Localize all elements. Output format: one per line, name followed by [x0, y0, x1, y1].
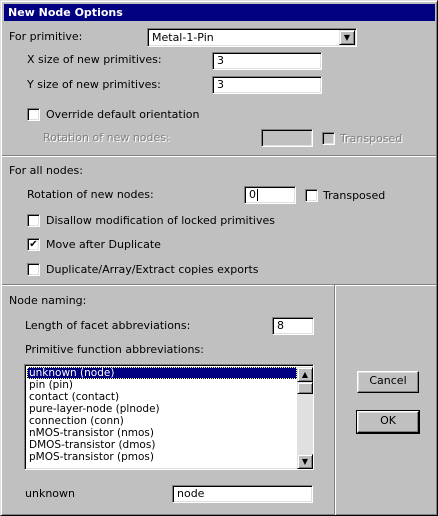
all-rotation-value: 0: [249, 188, 256, 201]
disallow-locked-label: Disallow modification of locked primitiv…: [46, 214, 275, 227]
all-rotation-label: Rotation of new nodes:: [27, 188, 154, 201]
selected-function-name: unknown: [25, 487, 75, 500]
facet-abbrev-input[interactable]: 8: [272, 317, 314, 335]
y-size-input[interactable]: 3: [212, 76, 322, 94]
facet-abbrev-label: Length of facet abbreviations:: [25, 319, 191, 332]
check-icon: ✔: [29, 239, 38, 250]
vertical-divider: [334, 285, 336, 515]
scroll-down-icon[interactable]: ▼: [297, 454, 313, 469]
dialog-title: New Node Options: [4, 4, 435, 21]
disallow-locked-checkbox[interactable]: [27, 214, 40, 227]
for-primitive-label: For primitive:: [9, 30, 83, 43]
y-size-label: Y size of new primitives:: [27, 78, 161, 91]
text-caret: [257, 189, 258, 201]
for-all-nodes-label: For all nodes:: [9, 164, 83, 177]
list-item[interactable]: unknown (node): [27, 367, 297, 379]
list-item[interactable]: pure-layer-node (plnode): [27, 403, 297, 415]
node-naming-label: Node naming:: [9, 294, 87, 307]
copies-exports-checkbox[interactable]: [27, 263, 40, 276]
override-orientation-checkbox[interactable]: [27, 108, 40, 121]
dropdown-arrow-icon[interactable]: ▼: [339, 30, 355, 45]
list-item[interactable]: pMOS-transistor (pmos): [27, 451, 297, 463]
listbox-scrollbar[interactable]: ▲ ▼: [297, 367, 313, 469]
prim-func-listbox[interactable]: unknown (node) pin (pin) contact (contac…: [24, 364, 314, 470]
list-item[interactable]: DMOS-transistor (dmos): [27, 439, 297, 451]
section-divider: [2, 284, 436, 286]
primitive-transposed-checkbox[interactable]: [322, 132, 335, 145]
x-size-input[interactable]: 3: [212, 52, 322, 70]
section-divider: [2, 155, 436, 157]
all-rotation-input[interactable]: 0: [244, 186, 296, 204]
x-size-label: X size of new primitives:: [27, 53, 162, 66]
all-transposed-label: Transposed: [323, 189, 386, 202]
copies-exports-label: Duplicate/Array/Extract copies exports: [46, 263, 259, 276]
listbox-rows: unknown (node) pin (pin) contact (contac…: [27, 367, 297, 463]
all-transposed-checkbox[interactable]: [305, 189, 318, 202]
scroll-up-icon[interactable]: ▲: [297, 367, 313, 382]
move-after-duplicate-label: Move after Duplicate: [46, 238, 161, 251]
cancel-button[interactable]: Cancel: [357, 371, 419, 393]
move-after-duplicate-checkbox[interactable]: ✔: [27, 238, 40, 251]
list-item[interactable]: pin (pin): [27, 379, 297, 391]
primitive-rotation-label: Rotation of new nodes:: [43, 131, 170, 144]
list-item[interactable]: contact (contact): [27, 391, 297, 403]
primitive-select[interactable]: Metal-1-Pin ▼: [147, 28, 357, 47]
primitive-rotation-input[interactable]: [261, 129, 313, 147]
override-orientation-label: Override default orientation: [46, 108, 200, 121]
list-item[interactable]: nMOS-transistor (nmos): [27, 427, 297, 439]
primitive-transposed-label: Transposed: [340, 132, 403, 145]
function-abbrev-input[interactable]: node: [172, 485, 313, 503]
ok-button[interactable]: OK: [356, 410, 420, 434]
primitive-select-value: Metal-1-Pin: [152, 31, 214, 44]
new-node-options-dialog: New Node Options For primitive: Metal-1-…: [0, 0, 438, 516]
scroll-thumb[interactable]: [297, 382, 313, 394]
prim-func-label: Primitive function abbreviations:: [25, 343, 204, 356]
list-item[interactable]: connection (conn): [27, 415, 297, 427]
